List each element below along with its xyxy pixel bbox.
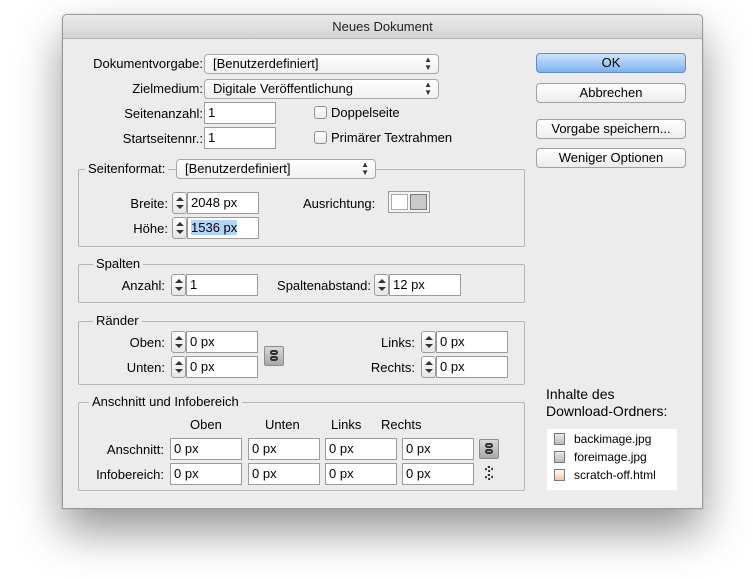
startseite-field[interactable]: 1 [204,127,276,149]
infobereich-rechts-field[interactable]: 0 px [402,463,474,485]
file-item-scratch-off[interactable]: scratch-off.html [574,468,656,482]
textrahmen-checkbox[interactable] [314,131,327,144]
anschnitt-chain-link-icon[interactable] [479,439,499,459]
popup-arrows-icon: ▲ ▼ [424,55,432,72]
anzahl-field[interactable]: 1 [186,274,258,296]
doppelseite-label: Doppelseite [331,105,400,120]
breite-field[interactable]: 2048 px [187,192,259,214]
hoehe-field[interactable]: 1536 px [187,217,259,239]
oben-stepper[interactable] [171,331,186,353]
hoehe-label: Höhe: [133,221,168,236]
infobereich-row-label: Infobereich: [96,467,164,482]
file-item-backimage[interactable]: backimage.jpg [574,432,651,446]
image-file-icon [554,433,565,445]
hoehe-stepper[interactable] [172,217,187,239]
vorgabe-speichern-button[interactable]: Vorgabe speichern... [536,119,686,139]
rechts-field[interactable]: 0 px [436,356,508,378]
ok-button[interactable]: OK [536,53,686,73]
unten-field[interactable]: 0 px [186,356,258,378]
header-links: Links [331,417,362,432]
links-stepper[interactable] [421,331,436,353]
anzahl-label: Anzahl: [121,278,165,293]
startseite-label: Startseitennr.: [122,131,203,146]
spaltenabstand-field[interactable]: 12 px [389,274,461,296]
popup-arrows-icon: ▲ ▼ [361,160,369,177]
chain-link-bottom [270,356,278,361]
seitenformat-label: Seitenformat: [85,161,169,176]
anzahl-stepper[interactable] [171,274,186,296]
links-field[interactable]: 0 px [436,331,508,353]
textrahmen-label: Primärer Textrahmen [331,130,453,145]
spaltenabstand-stepper[interactable] [374,274,389,296]
chain-link-top [485,466,493,472]
header-rechts: Rechts [381,417,422,432]
anschnitt-title: Anschnitt und Infobereich [89,394,242,409]
abbrechen-button[interactable]: Abbrechen [536,83,686,103]
unten-stepper[interactable] [171,356,186,378]
dokumentvorgabe-select[interactable]: [Benutzerdefiniert] ▲ ▼ [204,54,439,74]
seitenformat-select[interactable]: [Benutzerdefiniert] ▲ ▼ [176,159,376,179]
spalten-title: Spalten [93,256,144,271]
infobereich-oben-field[interactable]: 0 px [170,463,242,485]
raender-title: Ränder [93,313,142,328]
anschnitt-oben-field[interactable]: 0 px [170,438,242,460]
zielmedium-value: Digitale Veröffentlichung [213,81,353,96]
links-label: Links: [381,335,415,350]
anschnitt-unten-field[interactable]: 0 px [248,438,320,460]
header-unten: Unten [265,417,300,432]
oben-field[interactable]: 0 px [186,331,258,353]
oben-label: Oben: [129,335,165,350]
chain-link-top [485,443,493,448]
landscape-icon[interactable] [410,194,427,210]
infobereich-links-field[interactable]: 0 px [325,463,397,485]
zielmedium-label: Zielmedium: [132,81,203,96]
unten-label: Unten: [126,360,165,375]
rechts-stepper[interactable] [421,356,436,378]
infobereich-chain-link-icon[interactable] [481,465,497,483]
anschnitt-links-field[interactable]: 0 px [325,438,397,460]
header-oben: Oben [190,417,222,432]
infobereich-unten-field[interactable]: 0 px [248,463,320,485]
portrait-icon[interactable] [391,194,408,210]
weniger-optionen-button[interactable]: Weniger Optionen [536,148,686,168]
image-file-icon [554,451,565,463]
popup-arrows-icon: ▲ ▼ [424,80,432,97]
seitenanzahl-field[interactable]: 1 [204,102,276,124]
ausrichtung-control [388,191,430,213]
chain-link-bottom [485,449,493,454]
rechts-label: Rechts: [370,360,415,375]
download-file-list: backimage.jpg foreimage.jpg scratch-off.… [547,429,677,490]
zielmedium-select[interactable]: Digitale Veröffentlichung ▲ ▼ [204,79,439,99]
download-heading-line2: Download-Ordners: [546,403,668,419]
doppelseite-checkbox[interactable] [314,106,327,119]
anschnitt-row-label: Anschnitt: [106,442,164,457]
breite-label: Breite: [130,196,168,211]
dokumentvorgabe-value: [Benutzerdefiniert] [213,56,319,71]
raender-chain-link-icon[interactable] [264,346,284,366]
file-item-foreimage[interactable]: foreimage.jpg [574,450,647,464]
window-title: Neues Dokument [63,15,702,39]
chain-link-top [270,350,278,355]
download-heading-line1: Inhalte des [546,386,615,402]
spaltenabstand-label: Spaltenabstand: [277,278,371,293]
breite-stepper[interactable] [172,192,187,214]
chain-link-bottom [485,474,493,480]
anschnitt-rechts-field[interactable]: 0 px [402,438,474,460]
hoehe-value: 1536 px [191,220,238,235]
seitenanzahl-label: Seitenanzahl: [124,106,203,121]
seitenformat-value: [Benutzerdefiniert] [185,161,291,176]
dokumentvorgabe-label: Dokumentvorgabe: [93,56,203,71]
ausrichtung-label: Ausrichtung: [303,196,376,211]
html-file-icon [554,469,565,481]
